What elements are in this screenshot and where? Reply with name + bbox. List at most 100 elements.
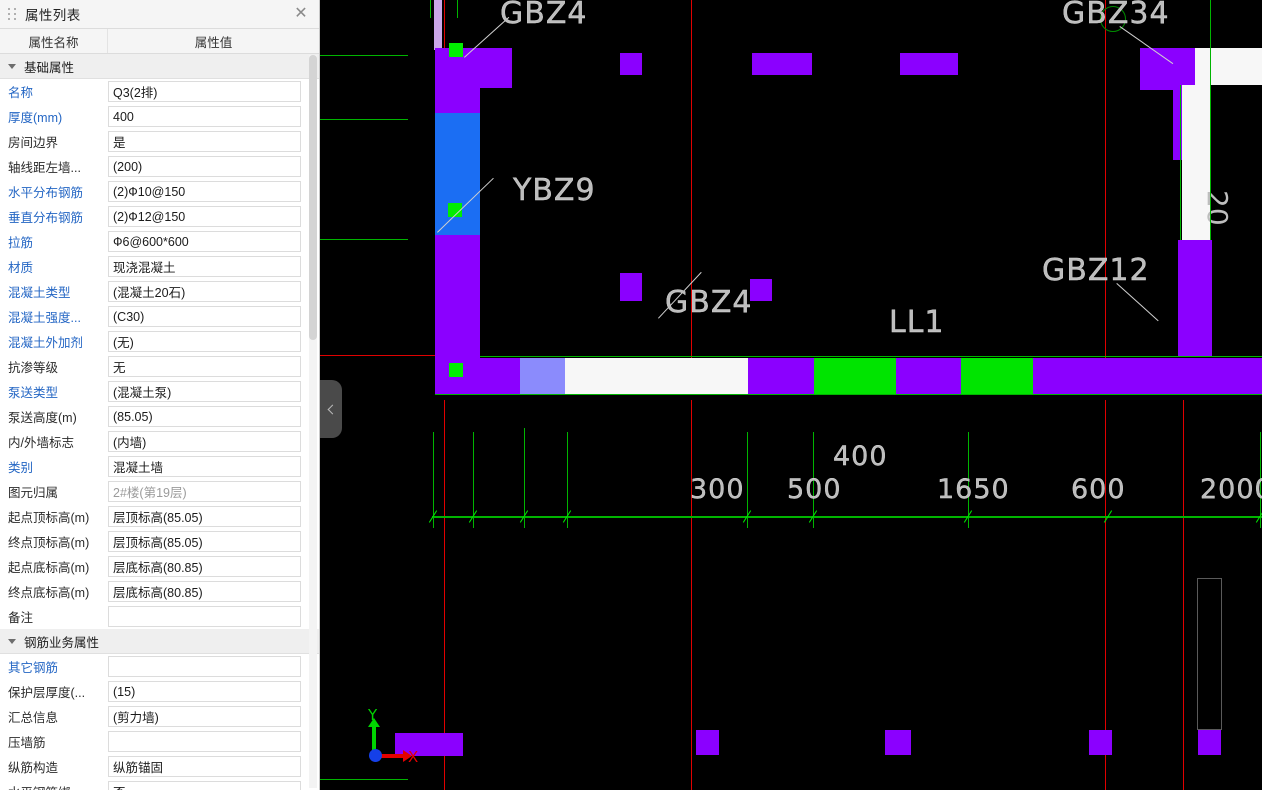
property-value-input[interactable]: (C30) [108,306,301,327]
property-value-input[interactable]: 2#楼(第19层) [108,481,301,502]
component-label: GBZ4 [500,0,588,31]
grid-line-vertical-red [691,400,692,790]
property-row: 水平分布钢筋 (2)Ф10@150 [0,179,319,204]
grip-point-marker[interactable] [449,43,463,57]
drag-grip-icon[interactable] [5,7,19,21]
wall-segment-selected[interactable] [520,358,565,394]
property-value-input[interactable]: Q3(2排) [108,81,301,102]
property-row: 抗渗等级 无 [0,354,319,379]
property-value-input[interactable]: 混凝土墙 [108,456,301,477]
column-element[interactable] [1089,730,1112,755]
property-value-input[interactable]: (内墙) [108,431,301,452]
property-value-input[interactable]: (混凝土20石) [108,281,301,302]
column-element[interactable] [752,53,812,75]
wall-segment[interactable] [565,358,748,394]
component-label: LL1 [889,305,945,340]
wall-segment[interactable] [814,358,896,394]
property-value-input[interactable]: 400 [108,106,301,127]
wall-segment[interactable] [1178,240,1212,356]
property-label: 抗渗等级 [8,361,59,375]
property-row: 名称 Q3(2排) [0,79,319,104]
property-label: 垂直分布钢筋 [8,211,84,225]
property-value-input[interactable]: (200) [108,156,301,177]
panel-header[interactable]: 属性列表 ✕ [0,0,319,29]
property-row: 拉筋 Ф6@600*600 [0,229,319,254]
grid-line-vertical [1210,0,1211,240]
column-element[interactable] [900,53,958,75]
component-label: GBZ12 [1042,253,1150,288]
property-label: 混凝土类型 [8,286,71,300]
grid-line-vertical-red [444,400,445,790]
edge-dimension-label: 20 [1201,190,1234,226]
panel-scrollbar-thumb[interactable] [309,55,317,340]
property-label: 混凝土外加剂 [8,336,84,350]
property-label: 水平钢筋绑... [8,782,108,790]
wall-segment[interactable] [961,358,1033,394]
wall-segment[interactable] [435,235,480,360]
property-value-input[interactable]: (混凝土泵) [108,381,301,402]
property-value-input[interactable]: (剪力墙) [108,706,301,727]
chevron-down-icon [8,638,16,644]
property-row: 其它钢筋 [0,654,319,679]
property-label: 厚度(mm) [8,111,63,125]
column-element[interactable] [750,279,772,301]
property-row: 图元归属 2#楼(第19层) [0,479,319,504]
property-value-input[interactable]: 是 [108,131,301,152]
property-row: 压墙筋 [0,729,319,754]
property-label: 名称 [8,86,34,100]
property-value-input[interactable] [108,606,301,627]
dimension-label: 2000 [1200,474,1262,505]
wall-segment[interactable] [1195,48,1262,85]
wall-segment[interactable] [896,358,961,394]
property-value-input[interactable]: 层顶标高(85.05) [108,506,301,527]
property-value-input[interactable]: (无) [108,331,301,352]
property-group-header[interactable]: 钢筋业务属性 [0,629,319,654]
property-label: 材质 [8,261,34,275]
property-list-panel: 属性列表 ✕ 属性名称 属性值 基础属性 名称 Q3(2排) 厚度(mm) 400 房间边… [0,0,320,790]
property-value-input[interactable]: (15) [108,681,301,702]
column-element[interactable] [885,730,911,755]
wall-segment[interactable] [435,48,512,88]
wall-segment[interactable] [434,0,442,50]
property-value-input[interactable]: (85.05) [108,406,301,427]
wall-segment[interactable] [1033,358,1262,394]
wall-segment[interactable] [748,358,814,394]
property-row: 轴线距左墙... (200) [0,154,319,179]
property-rows: 基础属性 名称 Q3(2排) 厚度(mm) 400 房间边界是轴线距左墙... (200) 水… [0,54,319,790]
column-element[interactable] [620,53,642,75]
column-header-row: 属性名称 属性值 [0,29,319,54]
close-icon[interactable]: ✕ [291,4,311,24]
property-value-input[interactable] [108,731,301,752]
column-element[interactable] [1198,730,1221,755]
property-label: 泵送高度(m) [8,411,77,425]
property-value-input[interactable]: Ф6@600*600 [108,231,301,252]
property-group-header[interactable]: 基础属性 [0,54,319,79]
wall-segment[interactable] [435,358,520,394]
component-label: GBZ34 [1062,0,1170,31]
property-label: 泵送类型 [8,386,59,400]
column-element[interactable] [696,730,719,755]
property-value-input[interactable]: 层顶标高(85.05) [108,531,301,552]
property-value-input[interactable]: (2)Ф12@150 [108,206,301,227]
property-group-label: 钢筋业务属性 [24,635,100,650]
property-value-input[interactable]: 纵筋锚固 [108,756,301,777]
dimension-line [320,239,408,240]
dimension-line [320,55,408,56]
dimension-label: 1650 [937,474,1010,505]
property-value-input[interactable] [108,656,301,677]
axis-label-x: X [408,748,419,766]
property-value-input[interactable]: 否 [108,781,301,790]
property-value-input[interactable]: 层底标高(80.85) [108,581,301,602]
column-element[interactable] [620,273,642,301]
grip-point-marker[interactable] [449,363,463,377]
unselected-element-outline[interactable] [1197,578,1222,730]
property-row: 起点底标高(m) 层底标高(80.85) [0,554,319,579]
cad-drawing-viewport[interactable]: Y X GBZ4 GBZ34 YBZ9 GBZ4 GBZ12 LL1 300 500 400 1… [320,0,1262,790]
property-value-input[interactable]: 层底标高(80.85) [108,556,301,577]
property-value-input[interactable]: 现浇混凝土 [108,256,301,277]
property-value-input[interactable]: 无 [108,356,301,377]
property-value-input[interactable]: (2)Ф10@150 [108,181,301,202]
panel-collapse-toggle[interactable] [320,380,342,438]
panel-scrollbar[interactable] [309,55,317,788]
property-label: 内/外墙标志 [8,436,74,450]
